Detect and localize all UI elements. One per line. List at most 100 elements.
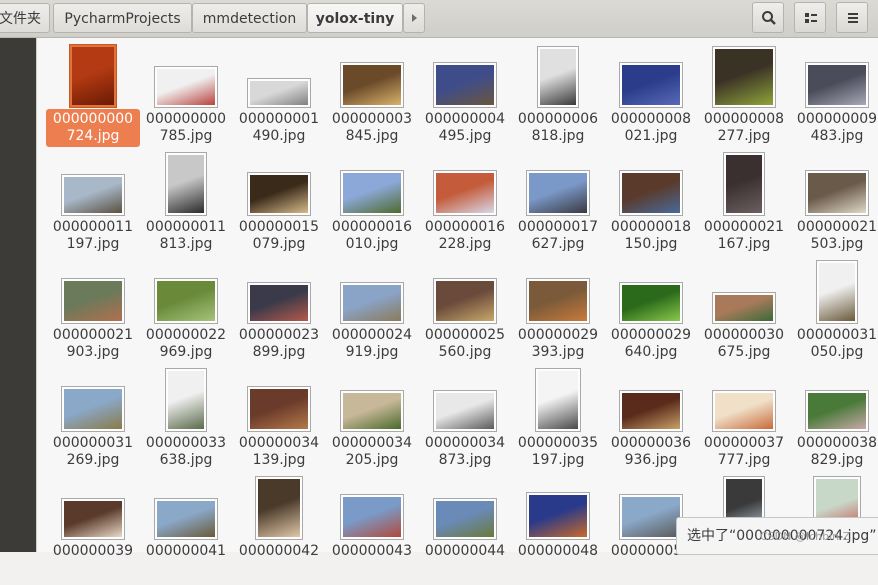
file-name: 000000025 560.jpg: [418, 327, 512, 361]
menu-button[interactable]: [836, 2, 868, 33]
file-item[interactable]: 000000004 495.jpg: [422, 45, 508, 153]
file-name: 000000016 228.jpg: [418, 219, 512, 253]
file-item[interactable]: 000000022 969.jpg: [143, 261, 229, 369]
file-name-line-2: 638.jpg: [159, 452, 213, 468]
file-thumbnail: [248, 387, 310, 431]
file-item[interactable]: 000000033 638.jpg: [143, 369, 229, 477]
file-name-line-1: 000000000: [52, 111, 134, 127]
sidebar: [0, 38, 36, 552]
file-name-line-2: 829.jpg: [810, 452, 864, 468]
file-item[interactable]: 000000036 936.jpg: [608, 369, 694, 477]
file-name-line-1: 000000029: [517, 327, 599, 343]
file-name: 000000000 724.jpg: [46, 109, 140, 147]
file-thumbnail: [434, 171, 496, 215]
file-item[interactable]: 000000025 560.jpg: [422, 261, 508, 369]
file-item[interactable]: 000000021 903.jpg: [50, 261, 136, 369]
file-item[interactable]: 000000041: [143, 477, 229, 585]
file-thumbnail: [713, 47, 775, 107]
file-item[interactable]: 000000008 277.jpg: [701, 45, 787, 153]
file-item[interactable]: 000000034 139.jpg: [236, 369, 322, 477]
file-item[interactable]: 000000031 050.jpg: [794, 261, 878, 369]
file-item[interactable]: 000000018 150.jpg: [608, 153, 694, 261]
file-name-line-2: 495.jpg: [438, 128, 492, 144]
file-item[interactable]: 000000001 490.jpg: [236, 45, 322, 153]
file-name: 000000037 777.jpg: [697, 435, 791, 469]
file-item[interactable]: 000000000 785.jpg: [143, 45, 229, 153]
view-toggle-button[interactable]: [794, 2, 826, 33]
file-name-line-1: 000000034: [331, 435, 413, 451]
file-item[interactable]: 000000034 205.jpg: [329, 369, 415, 477]
file-name: 000000018 150.jpg: [604, 219, 698, 253]
file-item[interactable]: 000000030 675.jpg: [701, 261, 787, 369]
file-name-line-2: 919.jpg: [345, 344, 399, 360]
file-item[interactable]: 000000015 079.jpg: [236, 153, 322, 261]
file-item[interactable]: 000000009 483.jpg: [794, 45, 878, 153]
file-item[interactable]: 000000039: [50, 477, 136, 585]
file-item[interactable]: 000000043: [329, 477, 415, 585]
file-name: 000000016 010.jpg: [325, 219, 419, 253]
file-thumbnail: [620, 283, 682, 323]
file-name-line-2: 197.jpg: [531, 452, 585, 468]
file-name: 000000006 818.jpg: [511, 111, 605, 145]
file-name: 000000009 483.jpg: [790, 111, 878, 145]
file-name-line-2: 269.jpg: [66, 452, 120, 468]
file-thumbnail: [527, 171, 589, 215]
file-item[interactable]: 000000029 640.jpg: [608, 261, 694, 369]
file-item[interactable]: 000000008 021.jpg: [608, 45, 694, 153]
file-thumbnail: [155, 279, 217, 323]
file-thumbnail: [341, 63, 403, 107]
file-name: 000000029 640.jpg: [604, 327, 698, 361]
file-name-line-1: 000000024: [331, 327, 413, 343]
breadcrumb-pycharmprojects[interactable]: PycharmProjects: [53, 3, 192, 33]
file-item[interactable]: 000000035 197.jpg: [515, 369, 601, 477]
breadcrumb-forward-arrow-icon[interactable]: [403, 3, 425, 33]
file-thumbnail: [620, 495, 682, 539]
file-name-line-1: 000000021: [703, 219, 785, 235]
file-item[interactable]: 000000038 829.jpg: [794, 369, 878, 477]
file-item[interactable]: 000000003 845.jpg: [329, 45, 415, 153]
file-item[interactable]: 000000024 919.jpg: [329, 261, 415, 369]
file-name: 000000015 079.jpg: [232, 219, 326, 253]
file-thumbnail: [248, 79, 310, 107]
file-name-line-2: 139.jpg: [252, 452, 306, 468]
file-item[interactable]: 000000011 813.jpg: [143, 153, 229, 261]
file-thumbnail: [434, 63, 496, 107]
file-name-line-1: 000000033: [145, 435, 227, 451]
file-name: 000000034 139.jpg: [232, 435, 326, 469]
file-name-line-1: 000000034: [424, 435, 506, 451]
file-item[interactable]: 000000042: [236, 477, 322, 585]
file-item[interactable]: 000000006 818.jpg: [515, 45, 601, 153]
file-name-line-2: 899.jpg: [252, 344, 306, 360]
file-name: 000000034 205.jpg: [325, 435, 419, 469]
file-item[interactable]: 000000037 777.jpg: [701, 369, 787, 477]
file-item[interactable]: 000000021 503.jpg: [794, 153, 878, 261]
breadcrumb-folder[interactable]: 文件夹: [0, 3, 50, 33]
file-item[interactable]: 000000000 724.jpg: [46, 45, 140, 153]
file-item[interactable]: 000000016 010.jpg: [329, 153, 415, 261]
file-thumbnail: [70, 45, 116, 107]
breadcrumb-mmdetection[interactable]: mmdetection: [192, 3, 307, 33]
file-name-line-2: 969.jpg: [159, 344, 213, 360]
search-button[interactable]: [752, 2, 784, 33]
file-name-line-2: 818.jpg: [531, 128, 585, 144]
file-item[interactable]: 000000016 228.jpg: [422, 153, 508, 261]
file-name-line-1: 000000021: [52, 327, 134, 343]
file-item[interactable]: 000000029 393.jpg: [515, 261, 601, 369]
file-item[interactable]: 000000021 167.jpg: [701, 153, 787, 261]
file-item[interactable]: 000000048: [515, 477, 601, 585]
file-thumbnail: [155, 67, 217, 107]
file-item[interactable]: 000000011 197.jpg: [50, 153, 136, 261]
file-thumbnail: [536, 369, 580, 431]
path-bar: 文件夹 PycharmProjects mmdetection yolox-ti…: [0, 0, 878, 38]
file-item[interactable]: 000000031 269.jpg: [50, 369, 136, 477]
file-item[interactable]: 000000023 899.jpg: [236, 261, 322, 369]
file-item[interactable]: 000000034 873.jpg: [422, 369, 508, 477]
file-thumbnail: [527, 279, 589, 323]
file-thumbnail: [620, 171, 682, 215]
breadcrumb-yolox-tiny[interactable]: yolox-tiny: [307, 3, 403, 33]
file-name-line-2: 050.jpg: [810, 344, 864, 360]
file-item[interactable]: 000000017 627.jpg: [515, 153, 601, 261]
file-item[interactable]: 000000044: [422, 477, 508, 585]
file-name-line-2: 845.jpg: [345, 128, 399, 144]
hamburger-menu-icon: [848, 13, 858, 23]
